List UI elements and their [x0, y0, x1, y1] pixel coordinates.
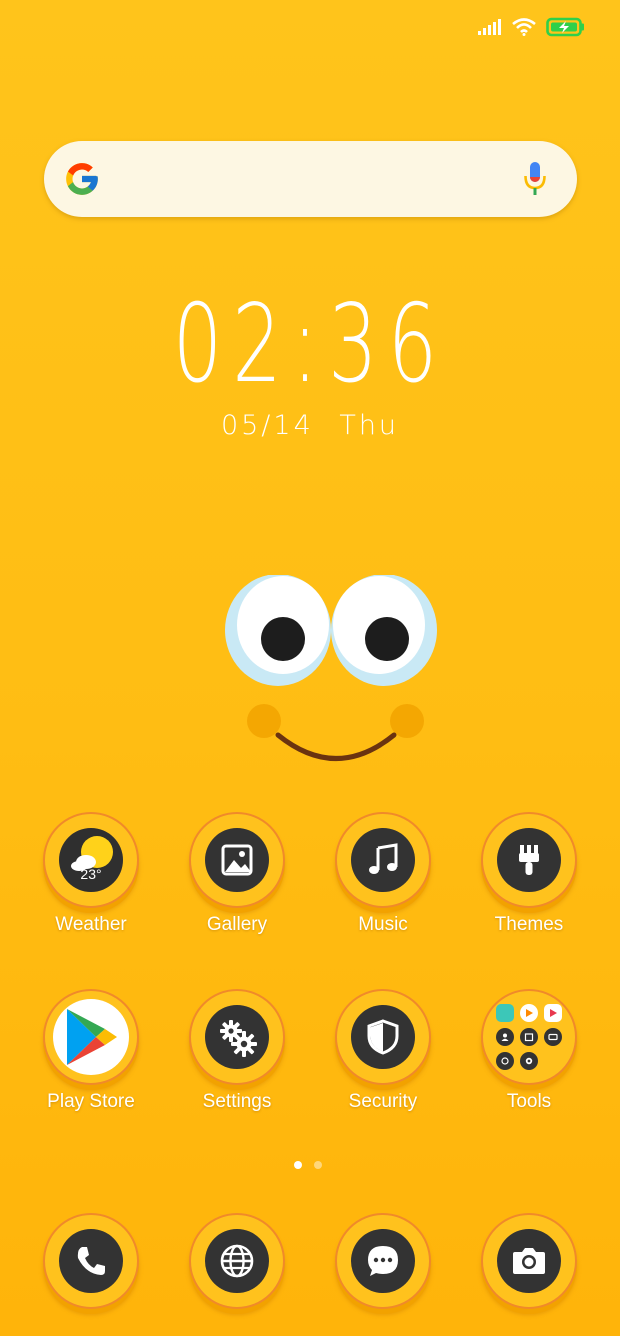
app-gallery[interactable]: Gallery	[164, 812, 310, 936]
video-icon	[520, 1004, 538, 1022]
clock-time[interactable]: 02:36	[87, 285, 533, 405]
app-label: Settings	[202, 1091, 272, 1112]
app-themes[interactable]: Themes	[456, 812, 602, 936]
dock-messages[interactable]	[310, 1213, 456, 1309]
mic-icon[interactable]	[523, 161, 547, 197]
music-note-icon	[351, 828, 415, 892]
app-label: Security	[348, 1091, 418, 1112]
scanner-icon	[496, 1004, 514, 1022]
play-store-icon	[53, 999, 129, 1075]
app-play-store[interactable]: Play Store	[18, 989, 164, 1113]
status-bar	[478, 12, 586, 42]
page-dot[interactable]	[314, 1161, 322, 1169]
page-indicator[interactable]	[294, 1161, 322, 1169]
paintbrush-icon	[497, 828, 561, 892]
gallery-icon	[205, 828, 269, 892]
app-weather[interactable]: 23° Weather	[18, 812, 164, 936]
dock-browser[interactable]	[164, 1213, 310, 1309]
compass-icon	[496, 1052, 514, 1070]
app-label: Tools	[506, 1091, 552, 1112]
dock-camera[interactable]	[456, 1213, 602, 1309]
battery-charging-icon	[546, 17, 584, 37]
camera-icon	[497, 1229, 561, 1293]
google-logo	[66, 163, 98, 195]
clock-date[interactable]: 05/14 Thu	[0, 410, 620, 441]
app-label: Music	[358, 914, 408, 935]
dock-phone[interactable]	[18, 1213, 164, 1309]
messages-icon	[351, 1229, 415, 1293]
app-settings[interactable]: Settings	[164, 989, 310, 1113]
wallpaper-smiley-face	[225, 575, 437, 761]
app-label: Weather	[55, 914, 127, 935]
gears-icon	[205, 1005, 269, 1069]
shield-icon	[351, 1005, 415, 1069]
cleaner-icon	[520, 1052, 538, 1070]
calendar-icon	[520, 1028, 538, 1046]
app-tools-folder[interactable]: Tools	[456, 989, 602, 1113]
browser-globe-icon	[205, 1229, 269, 1293]
signal-icon	[478, 19, 501, 35]
search-input[interactable]	[113, 166, 511, 192]
contacts-icon	[496, 1028, 514, 1046]
tools-folder-icon	[489, 997, 569, 1077]
app-label: Play Store	[47, 1091, 135, 1112]
weather-icon: 23°	[59, 828, 123, 892]
search-bar[interactable]	[44, 141, 577, 217]
weather-temp: 23°	[80, 866, 102, 882]
page-dot-active[interactable]	[294, 1161, 302, 1169]
app-vault-icon	[544, 1004, 562, 1022]
app-music[interactable]: Music	[310, 812, 456, 936]
phone-icon	[59, 1229, 123, 1293]
app-label: Gallery	[206, 914, 268, 935]
wifi-icon	[512, 18, 536, 36]
app-label: Themes	[494, 914, 564, 935]
screen-recorder-icon	[544, 1028, 562, 1046]
app-security[interactable]: Security	[310, 989, 456, 1113]
